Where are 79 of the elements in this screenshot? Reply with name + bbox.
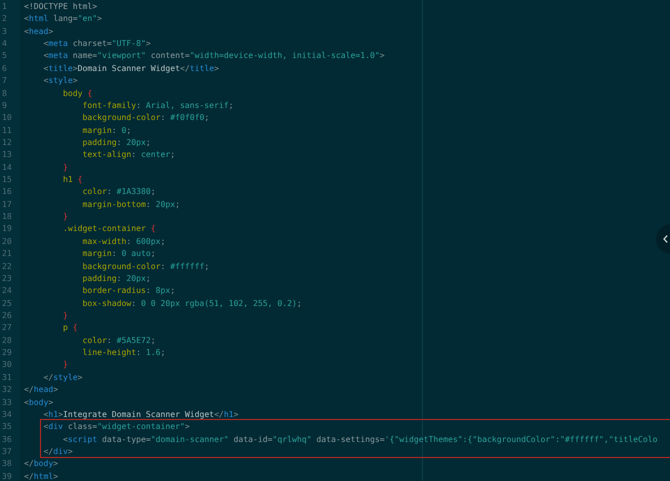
line-number: 39 [1,470,13,481]
line-number: 15 [1,173,13,186]
line-number: 10 [1,111,13,124]
line-number: 12 [1,136,13,148]
line-number: 26 [1,308,13,322]
line-number: 23 [1,272,13,284]
code-line: margin: 0; [81,124,132,136]
line-number: 4 [1,37,8,50]
code-line: <meta name="viewport" content="width=device-width, initial-scale=1.0"> [42,49,385,62]
code-line: body { [62,86,92,99]
line-number: 32 [1,383,13,396]
code-line: } [62,308,68,322]
code-line: } [62,160,68,174]
line-number: 22 [1,260,13,272]
code-line: border-radius: 8px; [81,284,176,297]
line-number: 24 [1,284,13,297]
code-line: font-family: Arial, sans-serif; [81,98,234,112]
code-line: <title>Domain Scanner Widget</title> [42,62,219,74]
line-number: 18 [1,210,13,222]
code-line: <!DOCTYPE html> [24,0,98,12]
line-number: 36 [1,432,13,445]
code-line: <html lang="en"> [24,12,102,25]
line-number: 29 [1,346,13,358]
code-line: color: #5A5E72; [81,334,156,346]
line-number: 20 [1,234,13,248]
line-number: 2 [1,12,8,25]
line-number: 13 [1,148,13,161]
code-line: line-height: 1.6; [81,346,166,358]
line-number: 30 [1,358,13,371]
code-line: </html> [24,470,58,481]
code-line: </style> [42,370,82,384]
line-number: 27 [1,321,13,334]
line-number: 19 [1,222,13,235]
code-line: box-shadow: 0 0 20px rgba(51, 102, 255, 0.2); [81,296,302,309]
line-number: 28 [1,334,13,346]
code-line: margin-bottom: 20px; [81,198,180,210]
line-number: 7 [1,74,8,87]
line-number: 6 [1,62,8,74]
chevron-left-icon [663,235,668,243]
line-number: 33 [1,396,13,408]
line-number: 14 [1,160,13,174]
line-number: 21 [1,247,13,260]
line-number: 35 [1,420,13,433]
line-number: 8 [1,86,8,99]
code-line: color: #1A3380; [81,185,156,198]
line-number: 37 [1,444,13,458]
code-line: } [62,210,68,222]
line-number: 9 [1,98,8,112]
code-line: margin: 0 auto; [81,247,156,260]
code-line: <h1>Integrate Domain Scanner Widget</h1> [42,408,238,420]
code-line: <head> [24,24,54,38]
line-number: 34 [1,408,13,420]
line-number: 5 [1,49,8,62]
code-line: </head> [24,383,58,396]
line-number: 17 [1,198,13,210]
code-line: p { [62,321,78,334]
line-number: 3 [1,24,8,38]
code-line: <body> [24,396,54,408]
code-line: <style> [42,74,78,87]
code-line: .widget-container { [62,222,156,235]
code-line: background-color: #ffffff; [81,260,210,272]
code-line: max-width: 600px; [81,234,166,248]
code-line: padding: 20px; [81,136,151,148]
code-line: padding: 20px; [81,272,151,284]
code-line: </div> [42,444,73,458]
line-number: 11 [1,124,13,136]
line-number: 31 [1,370,13,384]
code-line: </body> [24,457,58,470]
line-number: 25 [1,296,13,309]
code-line: h1 { [62,173,82,186]
code-line: <div class="widget-container"> [42,420,190,433]
line-number: 1 [1,0,8,12]
line-number: 16 [1,185,13,198]
code-line: background-color: #f0f0f0; [81,111,210,124]
code-line: text-align: center; [81,148,176,161]
code-line: } [62,358,68,371]
code-line: <script data-type="domain-scanner" data-id="qrlwhq" data-settings='{"widgetThemes":{"backgroundColor":"#ffffff","titleColo [62,432,658,445]
line-number: 38 [1,457,13,470]
code-line: <meta charset="UTF-8"> [42,37,151,50]
